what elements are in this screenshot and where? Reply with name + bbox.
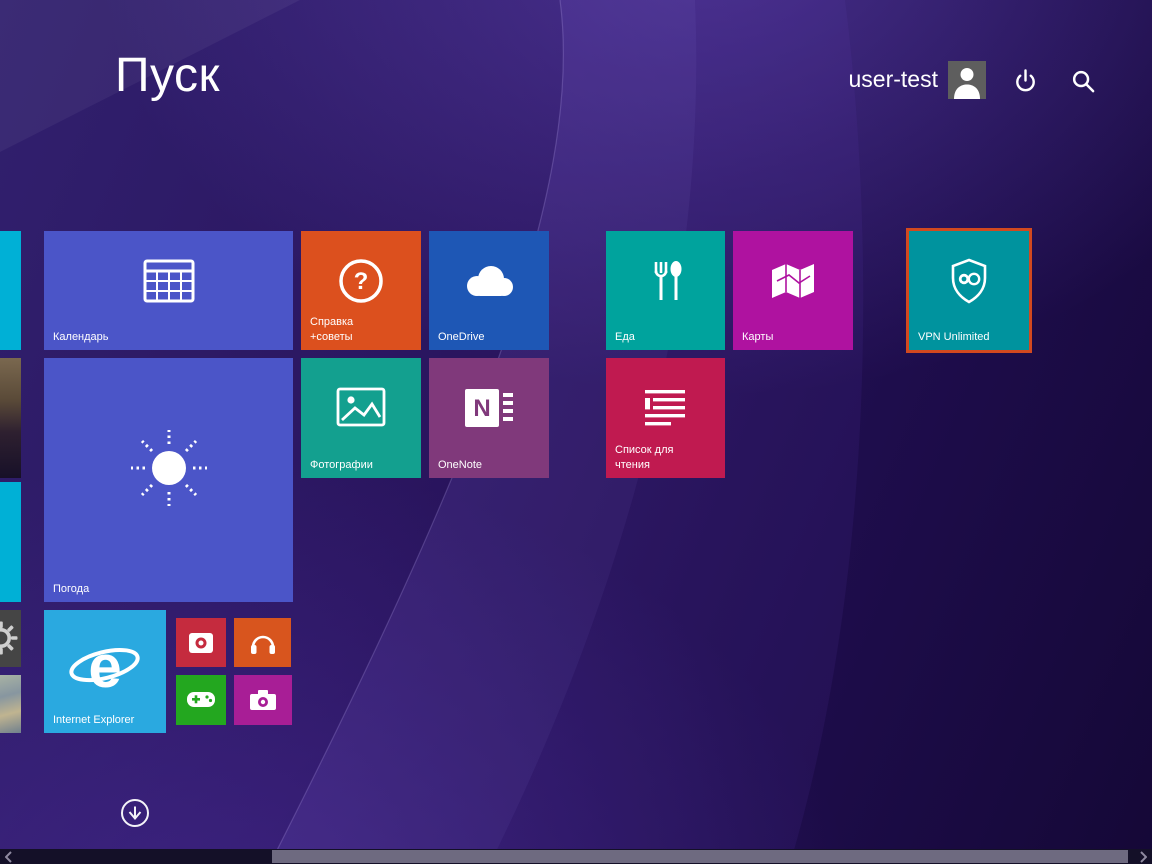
tile-label: Погода — [53, 582, 89, 596]
video-record-icon — [188, 632, 214, 654]
tile-onenote[interactable]: N OneNote — [429, 358, 549, 478]
tile-label: Календарь — [53, 330, 109, 344]
tile-games[interactable] — [176, 675, 226, 725]
ie-icon: e — [67, 629, 143, 705]
tile-video[interactable] — [176, 618, 226, 667]
chevron-right-icon — [1139, 851, 1147, 863]
onenote-icon: N — [463, 387, 515, 429]
person-icon — [948, 61, 986, 99]
search-icon — [1071, 69, 1096, 94]
tile-label: OneNote — [438, 458, 482, 472]
page-title: Пуск — [115, 48, 220, 103]
edge-tile-cyan-bottom[interactable] — [0, 482, 21, 602]
tile-onedrive[interactable]: OneDrive — [429, 231, 549, 350]
tile-reading-list[interactable]: Список для чтения — [606, 358, 725, 478]
down-arrow-icon — [120, 798, 150, 828]
tile-vpn-unlimited[interactable]: VPN Unlimited — [909, 231, 1029, 350]
tile-weather[interactable]: Погода — [44, 358, 293, 602]
tile-camera[interactable] — [234, 675, 292, 725]
tile-internet-explorer[interactable]: e Internet Explorer — [44, 610, 166, 733]
edge-tile-cyan-top[interactable] — [0, 231, 21, 350]
tile-calendar[interactable]: Календарь — [44, 231, 293, 350]
edge-tile-settings[interactable] — [0, 610, 21, 667]
headphones-icon — [249, 631, 277, 655]
cloud-icon — [460, 262, 518, 300]
tile-label: VPN Unlimited — [918, 330, 990, 344]
tile-maps[interactable]: Карты — [733, 231, 853, 350]
map-icon — [769, 261, 817, 301]
apps-view-button[interactable] — [120, 798, 150, 828]
horizontal-scrollbar[interactable] — [0, 849, 1152, 864]
user-avatar[interactable] — [948, 61, 986, 99]
chevron-left-icon — [5, 851, 13, 863]
sun-icon — [121, 420, 217, 516]
onenote-n-glyph: N — [473, 395, 490, 422]
gear-icon — [0, 620, 19, 656]
ie-e-glyph: e — [88, 633, 121, 700]
edge-tile-map-photo[interactable] — [0, 675, 21, 733]
edge-tile-photo[interactable] — [0, 358, 21, 478]
power-button[interactable] — [1013, 68, 1038, 93]
tile-label: Internet Explorer — [53, 713, 134, 727]
power-icon — [1013, 68, 1038, 93]
help-icon: ? — [338, 258, 384, 304]
calendar-icon — [143, 258, 195, 304]
tile-label: OneDrive — [438, 330, 484, 344]
tile-label: Фотографии — [310, 458, 373, 472]
reading-list-icon — [643, 388, 689, 428]
tile-grid: Календарь ? Справка +советы OneDrive — [0, 0, 1152, 864]
scroll-left-arrow[interactable] — [0, 849, 18, 864]
tile-help-tips[interactable]: ? Справка +советы — [301, 231, 421, 350]
tile-label: Карты — [742, 330, 773, 344]
tile-music[interactable] — [234, 618, 291, 667]
camera-icon — [249, 689, 277, 711]
vpn-shield-icon — [948, 257, 990, 305]
scrollbar-thumb[interactable] — [272, 850, 1128, 863]
scroll-right-arrow[interactable] — [1134, 849, 1152, 864]
tile-label: Еда — [615, 330, 635, 344]
username[interactable]: user-test — [849, 66, 938, 93]
tile-photos[interactable]: Фотографии — [301, 358, 421, 478]
start-screen: Пуск user-test — [0, 0, 1152, 864]
photo-icon — [336, 387, 386, 429]
tile-food[interactable]: Еда — [606, 231, 725, 350]
tile-label: Список для чтения — [615, 443, 673, 472]
tile-label: Справка +советы — [310, 315, 353, 344]
search-button[interactable] — [1071, 69, 1096, 94]
utensils-icon — [643, 258, 689, 304]
question-glyph: ? — [354, 268, 369, 295]
gamepad-icon — [186, 691, 216, 709]
